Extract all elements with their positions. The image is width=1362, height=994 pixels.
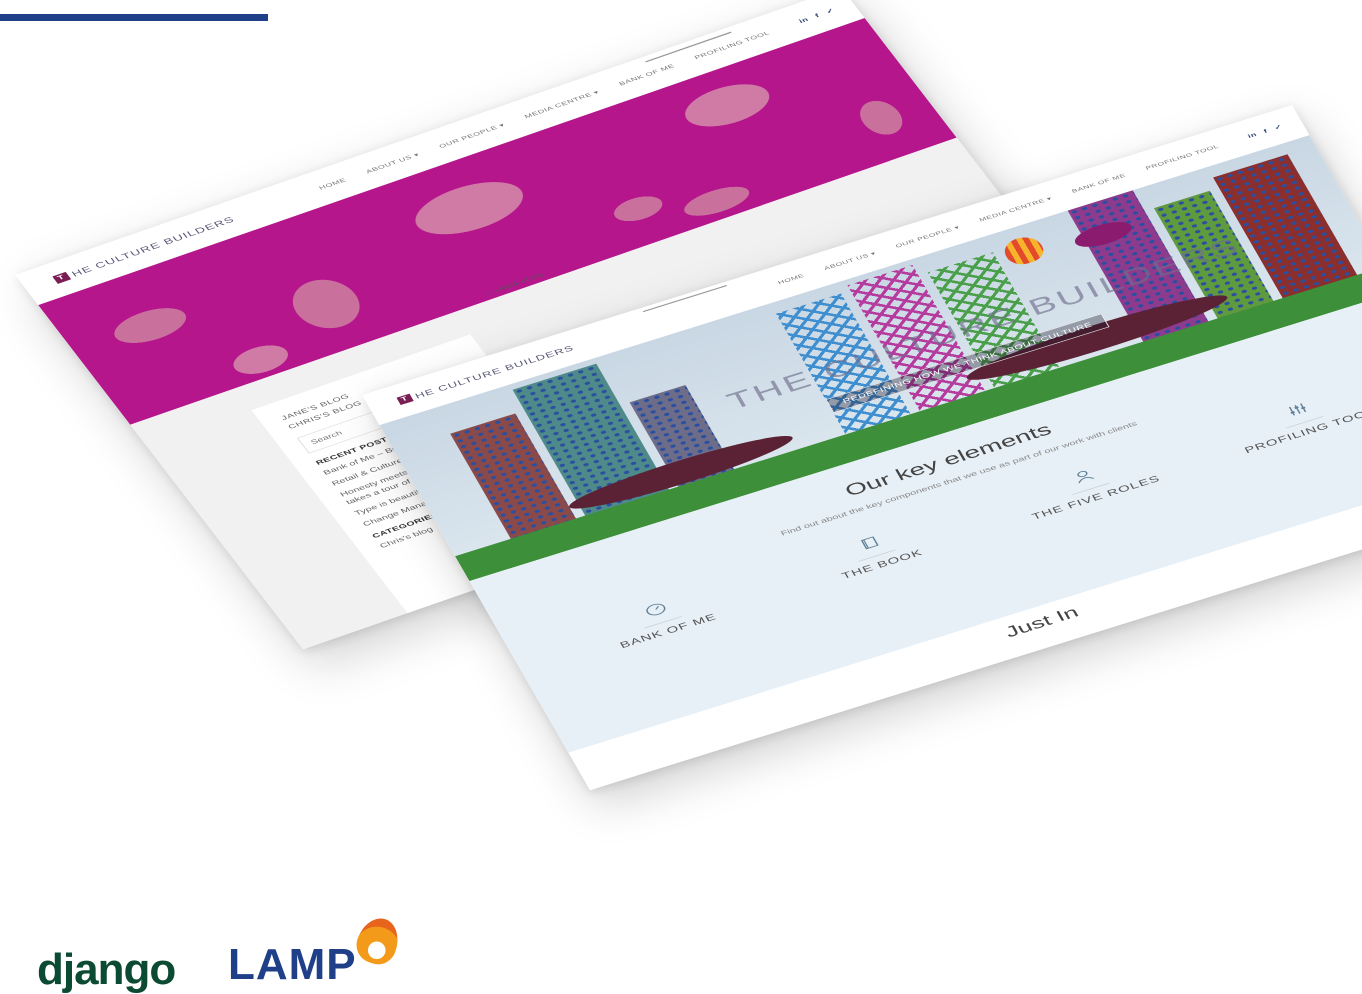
feature-label: THE FIVE ROLES (1030, 473, 1163, 522)
logo-mark: T (52, 271, 72, 284)
twitter-icon[interactable]: ✓ (1273, 123, 1284, 131)
facebook-icon[interactable]: f (1262, 128, 1269, 135)
logo-mark: T (396, 393, 414, 406)
social-links: in f ✓ (1246, 123, 1283, 139)
twitter-icon[interactable]: ✓ (824, 7, 836, 15)
gauge-icon (642, 601, 671, 621)
book-icon (856, 534, 885, 554)
nav-home[interactable]: HOME (777, 272, 806, 285)
django-logo: django (37, 945, 176, 994)
nav-bank-of-me[interactable]: BANK OF ME (617, 63, 676, 87)
feature-profiling-tool[interactable]: PROFILING TOOL (1206, 376, 1362, 463)
feature-label: BANK OF ME (618, 611, 719, 651)
nav-about-us[interactable]: ABOUT US ▾ (823, 250, 877, 272)
nav-home[interactable]: HOME (317, 177, 347, 191)
linkedin-icon[interactable]: in (797, 16, 810, 25)
sliders-icon (1284, 401, 1313, 421)
user-icon (1070, 467, 1099, 487)
lamp-logo: LAMP (228, 940, 357, 989)
feature-label: THE BOOK (839, 547, 925, 582)
nav-our-people[interactable]: OUR PEOPLE ▾ (894, 224, 960, 249)
hot-air-balloon-icon (999, 233, 1049, 269)
nav-about-us[interactable]: ABOUT US ▾ (364, 151, 421, 175)
top-accent-rule (0, 14, 268, 21)
facebook-icon[interactable]: f (813, 12, 821, 19)
flame-icon (351, 912, 405, 970)
linkedin-icon[interactable]: in (1246, 131, 1258, 139)
nav-bank-of-me[interactable]: BANK OF ME (1070, 172, 1126, 194)
social-links: in f ✓ (797, 7, 836, 25)
